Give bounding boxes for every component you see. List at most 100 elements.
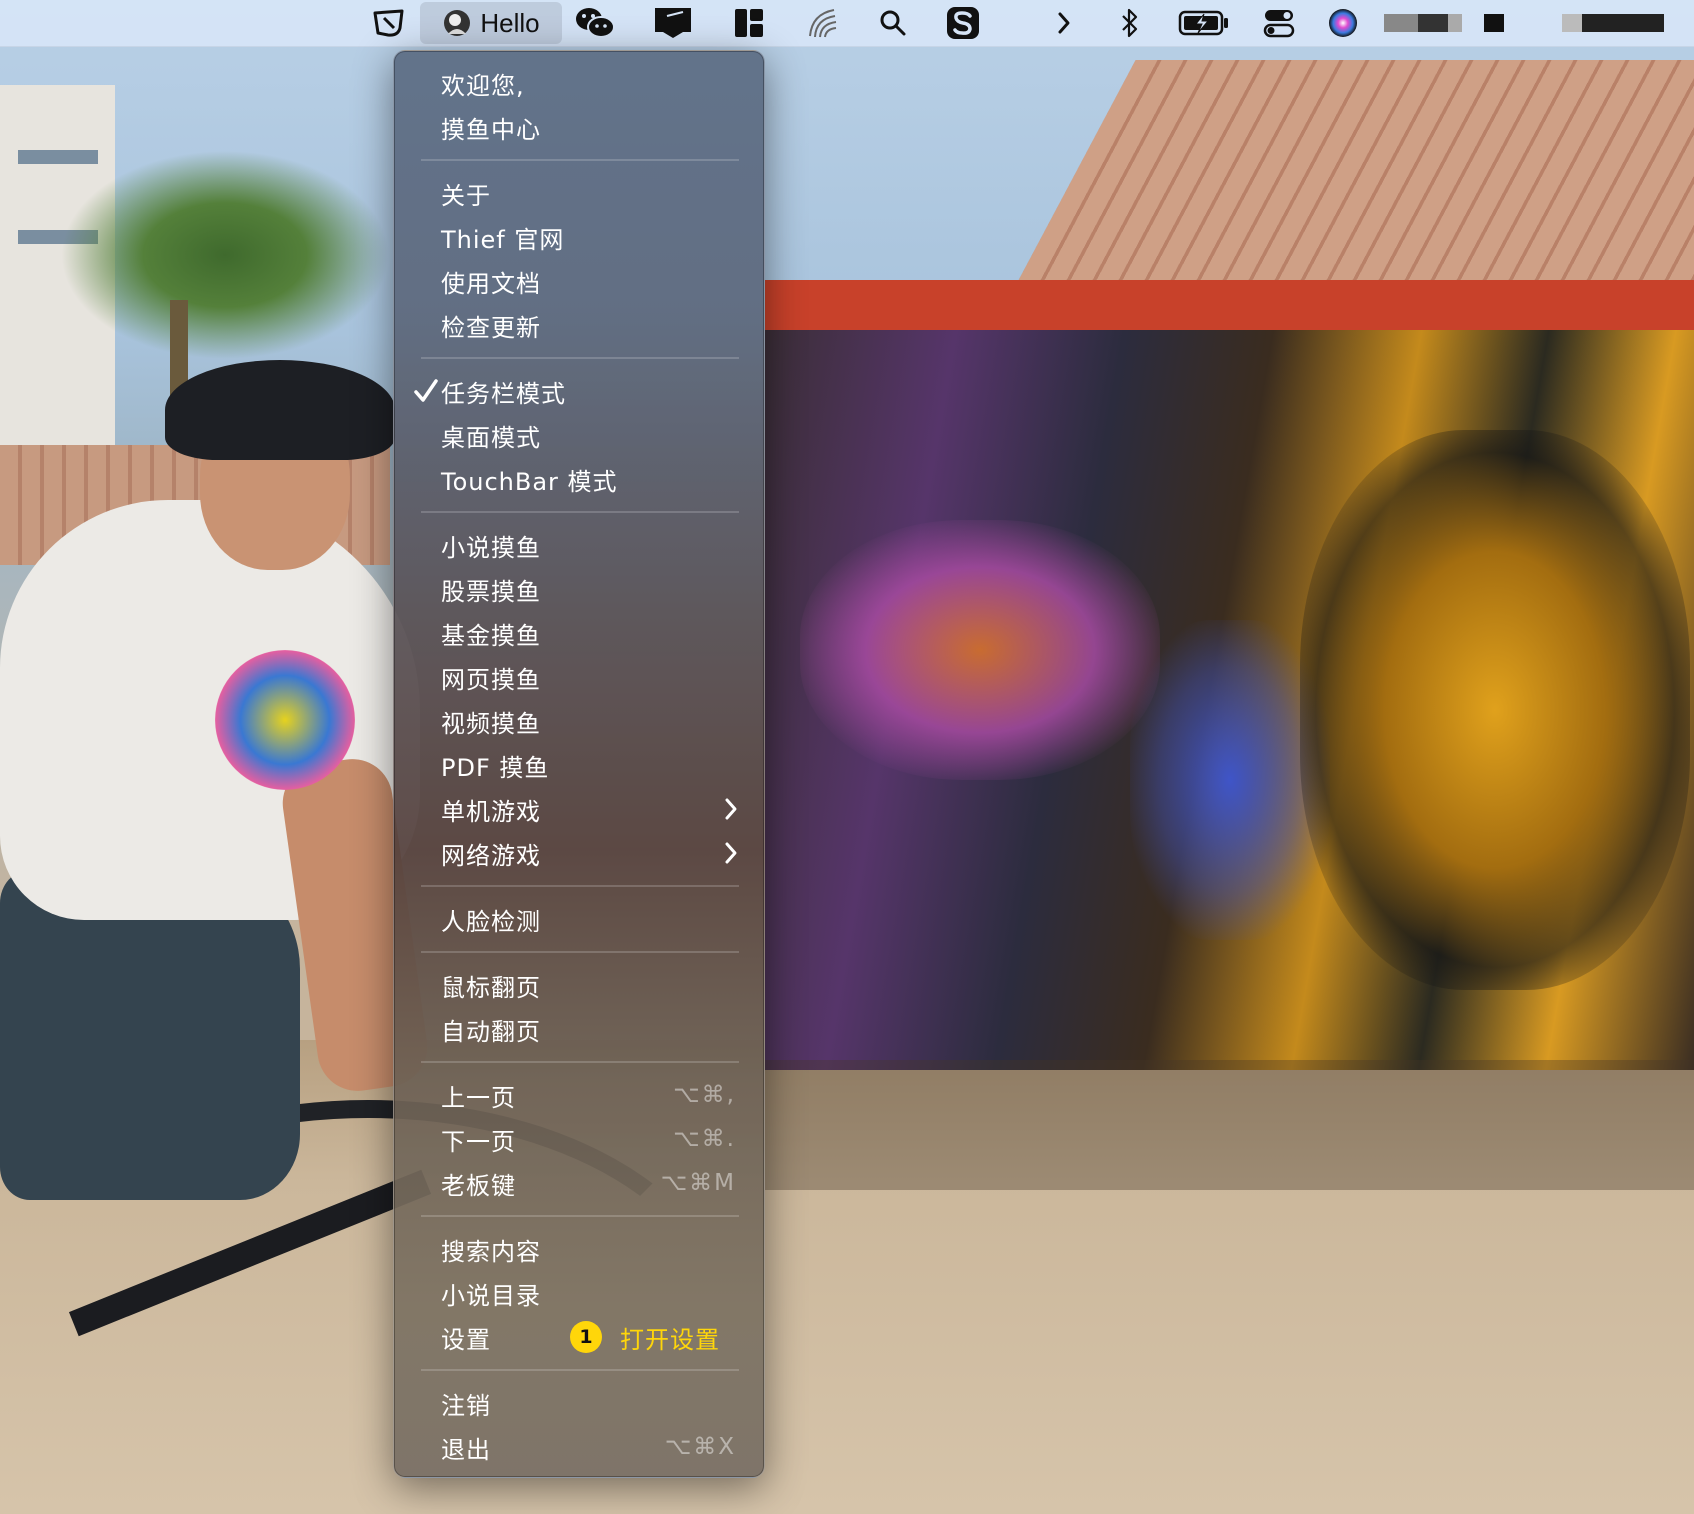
wallpaper-graffiti [1300, 430, 1690, 990]
display-icon[interactable] [650, 0, 696, 46]
menu-item-desktop-mode[interactable]: 桌面模式 [394, 413, 764, 457]
menu-item-label: PDF 摸鱼 [441, 753, 550, 782]
checkmark-icon [414, 379, 438, 402]
redacted-clock [1582, 14, 1664, 32]
menu-item-online-game[interactable]: 网络游戏 [394, 831, 764, 875]
menu-item-label: 网页摸鱼 [441, 665, 541, 694]
search-icon[interactable] [870, 0, 916, 46]
redacted-status-item [1418, 14, 1448, 32]
menu-separator [421, 511, 739, 513]
menu-separator [421, 159, 739, 161]
menu-item-label: 下一页 [441, 1127, 516, 1156]
welcome-line-2: 摸鱼中心 [441, 115, 541, 144]
menu-item-web[interactable]: 网页摸鱼 [394, 655, 764, 699]
wallpaper-roof-edge [765, 280, 1694, 330]
menu-item-label: 注销 [441, 1391, 491, 1420]
menu-separator [421, 1369, 739, 1371]
desktop-wallpaper [0, 0, 1694, 1514]
menu-item-face-detect[interactable]: 人脸检测 [394, 897, 764, 941]
menu-item-label: 小说摸鱼 [441, 533, 541, 562]
menu-item-label: 单机游戏 [441, 797, 541, 826]
menu-item-label: 桌面模式 [441, 423, 541, 452]
redacted-status-item [1448, 14, 1462, 32]
menu-item-prev-page[interactable]: 上一页 ⌥⌘, [394, 1073, 764, 1117]
wechat-icon[interactable] [572, 0, 618, 46]
menu-item-quit[interactable]: 退出 ⌥⌘X [394, 1425, 764, 1469]
menu-item-label: Thief 官网 [441, 225, 565, 254]
menu-item-next-page[interactable]: 下一页 ⌥⌘. [394, 1117, 764, 1161]
menu-item-logout[interactable]: 注销 [394, 1381, 764, 1425]
wallpaper-building-window [18, 150, 98, 164]
menu-item-label: 上一页 [441, 1083, 516, 1112]
menu-item-welcome-center: 摸鱼中心 [394, 105, 764, 149]
submenu-chevron-icon [725, 842, 737, 864]
menu-item-label: 任务栏模式 [441, 379, 566, 408]
menu-item-label: 网络游戏 [441, 841, 541, 870]
menu-item-touchbar-mode[interactable]: TouchBar 模式 [394, 457, 764, 501]
menu-item-docs[interactable]: 使用文档 [394, 259, 764, 303]
menu-item-label: 使用文档 [441, 269, 541, 298]
menu-item-mouse-flip[interactable]: 鼠标翻页 [394, 963, 764, 1007]
s-app-icon[interactable] [940, 0, 986, 46]
menu-item-label: 基金摸鱼 [441, 621, 541, 650]
menu-item-pdf[interactable]: PDF 摸鱼 [394, 743, 764, 787]
annotation-badge: 1 [570, 1321, 602, 1353]
menu-item-settings[interactable]: 设置 1 打开设置 [394, 1315, 764, 1359]
menu-item-fund[interactable]: 基金摸鱼 [394, 611, 764, 655]
fingerprint-icon[interactable] [800, 0, 846, 46]
redacted-clock [1562, 14, 1582, 32]
menu-separator [421, 1061, 739, 1063]
thief-app-icon[interactable] [366, 0, 412, 46]
wallpaper-palm-tree [60, 150, 390, 360]
wallpaper-rider-cap [165, 360, 395, 460]
menu-item-taskbar-mode[interactable]: 任务栏模式 [394, 369, 764, 413]
menu-item-label: 鼠标翻页 [441, 973, 541, 1002]
bluetooth-icon[interactable] [1110, 0, 1150, 46]
hello-avatar-icon [444, 10, 471, 36]
menu-item-label: 人脸检测 [441, 907, 541, 936]
control-center-icon[interactable] [1256, 0, 1302, 46]
menu-item-label: 小说目录 [441, 1281, 541, 1310]
menu-item-label: 自动翻页 [441, 1017, 541, 1046]
wallpaper-shadow [765, 1060, 1694, 1190]
settings-annotation: 1 打开设置 [570, 1319, 720, 1355]
menu-item-about[interactable]: 关于 [394, 171, 764, 215]
menu-item-label: 搜索内容 [441, 1237, 541, 1266]
menu-item-label: 股票摸鱼 [441, 577, 541, 606]
hello-status-item[interactable]: Hello [420, 2, 562, 44]
thief-dropdown-menu: 欢迎您, 摸鱼中心 关于 Thief 官网 使用文档 检查更新 任务栏模式 桌面… [393, 50, 765, 1478]
menu-separator [421, 951, 739, 953]
menu-item-video[interactable]: 视频摸鱼 [394, 699, 764, 743]
wallpaper-graffiti [800, 520, 1160, 780]
siri-icon[interactable] [1320, 0, 1366, 46]
redacted-status-item [1384, 14, 1418, 32]
wallpaper-tile-roof [1000, 60, 1694, 315]
keyboard-shortcut: ⌥⌘M [660, 1170, 736, 1196]
menu-item-boss-key[interactable]: 老板键 ⌥⌘M [394, 1161, 764, 1205]
menu-separator [421, 1215, 739, 1217]
annotation-text: 打开设置 [620, 1325, 720, 1354]
menu-separator [421, 357, 739, 359]
menu-item-website[interactable]: Thief 官网 [394, 215, 764, 259]
menu-item-stock[interactable]: 股票摸鱼 [394, 567, 764, 611]
redacted-status-item [1484, 14, 1504, 32]
menu-item-search-content[interactable]: 搜索内容 [394, 1227, 764, 1271]
menu-item-label: 检查更新 [441, 313, 541, 342]
menu-item-single-game[interactable]: 单机游戏 [394, 787, 764, 831]
submenu-chevron-icon [725, 798, 737, 820]
menu-item-label: 视频摸鱼 [441, 709, 541, 738]
menu-item-auto-flip[interactable]: 自动翻页 [394, 1007, 764, 1051]
menu-item-check-update[interactable]: 检查更新 [394, 303, 764, 347]
keyboard-shortcut: ⌥⌘, [673, 1082, 736, 1108]
chevron-right-icon[interactable] [1044, 0, 1084, 46]
battery-charging-icon[interactable] [1176, 0, 1232, 46]
menu-item-novel-toc[interactable]: 小说目录 [394, 1271, 764, 1315]
menu-item-welcome: 欢迎您, [394, 61, 764, 105]
keyboard-shortcut: ⌥⌘X [664, 1434, 736, 1460]
menu-item-label: 退出 [441, 1435, 491, 1464]
menu-bar: Hello [0, 0, 1694, 47]
menu-item-label: 关于 [441, 181, 491, 210]
menu-item-label: 老板键 [441, 1171, 516, 1200]
layout-icon[interactable] [726, 0, 772, 46]
menu-item-novel[interactable]: 小说摸鱼 [394, 523, 764, 567]
